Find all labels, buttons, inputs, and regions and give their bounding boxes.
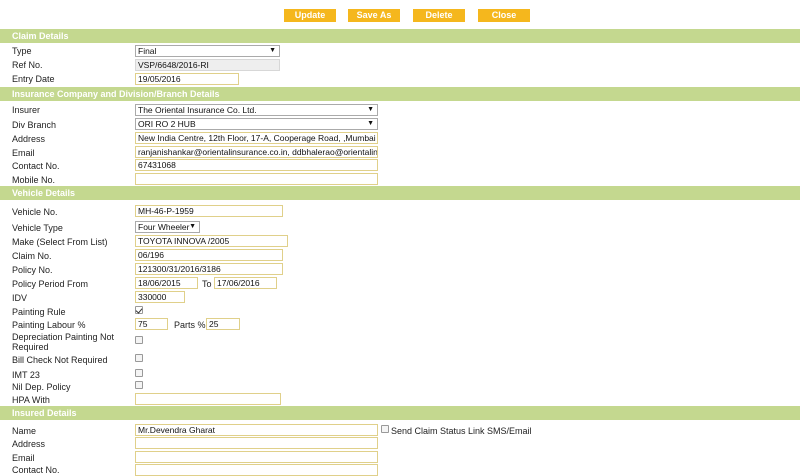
nil-dep-label: Nil Dep. Policy xyxy=(12,382,71,392)
bill-check-label: Bill Check Not Required xyxy=(12,355,108,365)
triangle-down-icon: ▼ xyxy=(367,106,374,113)
triangle-down-icon: ▼ xyxy=(367,120,374,127)
type-select-value: Final xyxy=(138,46,157,56)
section-header-insured: Insured Details xyxy=(0,406,800,420)
policy-no-label: Policy No. xyxy=(12,265,53,275)
insurer-address-label: Address xyxy=(12,134,46,144)
section-title: Insurance Company and Division/Branch De… xyxy=(12,89,220,99)
dep-painting-checkbox[interactable] xyxy=(135,336,143,344)
section-title: Insured Details xyxy=(12,408,77,418)
insured-address-label: Address xyxy=(12,439,46,449)
div-branch-label: Div Branch xyxy=(12,120,57,130)
policy-to-field[interactable]: 17/06/2016 xyxy=(214,277,277,289)
section-title: Vehicle Details xyxy=(12,188,76,198)
vehicle-type-select[interactable]: Four Wheeler ▼ xyxy=(135,221,200,233)
make-field[interactable]: TOYOTA INNOVA /2005 xyxy=(135,235,288,247)
imt23-label: IMT 23 xyxy=(12,370,40,380)
policy-to-label: To xyxy=(202,279,212,289)
insurer-contact-label: Contact No. xyxy=(12,161,60,171)
insured-email-field[interactable] xyxy=(135,451,378,463)
policy-period-from-label: Policy Period From xyxy=(12,279,89,289)
insurer-address-field[interactable]: New India Centre, 12th Floor, 17-A, Coop… xyxy=(135,132,378,144)
section-title: Claim Details xyxy=(12,31,69,41)
send-status-checkbox[interactable] xyxy=(381,425,389,433)
insured-contact-label: Contact No. xyxy=(12,465,60,475)
claim-no-field[interactable]: 06/196 xyxy=(135,249,283,261)
insured-email-label: Email xyxy=(12,453,35,463)
type-label: Type xyxy=(12,46,32,56)
update-button[interactable]: Update xyxy=(284,9,336,22)
vehicle-type-select-value: Four Wheeler xyxy=(138,222,190,232)
painting-labour-field[interactable]: 75 xyxy=(135,318,168,330)
ref-no-field[interactable]: VSP/6648/2016-RI xyxy=(135,59,280,71)
make-label: Make (Select From List) xyxy=(12,237,108,247)
insurer-select-value: The Oriental Insurance Co. Ltd. xyxy=(138,105,257,115)
insurer-mobile-label: Mobile No. xyxy=(12,175,56,185)
insurer-email-label: Email xyxy=(12,148,35,158)
section-header-claim-details: Claim Details xyxy=(0,29,800,43)
nil-dep-checkbox[interactable] xyxy=(135,381,143,389)
policy-from-field[interactable]: 18/06/2015 xyxy=(135,277,198,289)
section-header-vehicle: Vehicle Details xyxy=(0,186,800,200)
delete-button[interactable]: Delete xyxy=(413,9,465,22)
hpa-with-label: HPA With xyxy=(12,395,50,405)
parts-percent-label: Parts % xyxy=(174,320,206,330)
insured-address-field[interactable] xyxy=(135,437,378,449)
save-as-button[interactable]: Save As xyxy=(348,9,400,22)
insurer-mobile-field[interactable] xyxy=(135,173,378,185)
painting-labour-label: Painting Labour % xyxy=(12,320,86,330)
hpa-with-field[interactable] xyxy=(135,393,281,405)
div-branch-select[interactable]: ORI RO 2 HUB ▼ xyxy=(135,118,378,130)
painting-rule-label: Painting Rule xyxy=(12,307,66,317)
insurer-contact-field[interactable]: 67431068 xyxy=(135,159,378,171)
vehicle-type-label: Vehicle Type xyxy=(12,223,63,233)
insurer-label: Insurer xyxy=(12,105,41,115)
policy-no-field[interactable]: 121300/31/2016/3186 xyxy=(135,263,283,275)
imt23-checkbox[interactable] xyxy=(135,369,143,377)
toolbar: Update Save As Delete Close xyxy=(0,9,800,23)
insured-contact-field[interactable] xyxy=(135,464,378,476)
vehicle-no-label: Vehicle No. xyxy=(12,207,58,217)
div-branch-select-value: ORI RO 2 HUB xyxy=(138,119,196,129)
section-header-insurance: Insurance Company and Division/Branch De… xyxy=(0,87,800,101)
triangle-down-icon: ▼ xyxy=(189,223,196,230)
idv-field[interactable]: 330000 xyxy=(135,291,185,303)
triangle-down-icon: ▼ xyxy=(269,47,276,54)
close-button[interactable]: Close xyxy=(478,9,530,22)
dep-painting-label-line2: Required xyxy=(12,342,49,352)
insurer-select[interactable]: The Oriental Insurance Co. Ltd. ▼ xyxy=(135,104,378,116)
insurer-email-field[interactable]: ranjanishankar@orientalinsurance.co.in, … xyxy=(135,146,378,158)
idv-label: IDV xyxy=(12,293,28,303)
vehicle-no-field[interactable]: MH-46-P-1959 xyxy=(135,205,283,217)
parts-percent-field[interactable]: 25 xyxy=(206,318,240,330)
bill-check-checkbox[interactable] xyxy=(135,354,143,362)
send-status-label: Send Claim Status Link SMS/Email xyxy=(391,426,532,436)
ref-no-label: Ref No. xyxy=(12,60,43,70)
dep-painting-label: Depreciation Painting Not xyxy=(12,332,115,342)
entry-date-label: Entry Date xyxy=(12,74,55,84)
claim-no-label: Claim No. xyxy=(12,251,52,261)
insured-name-label: Name xyxy=(12,426,37,436)
entry-date-field[interactable]: 19/05/2016 xyxy=(135,73,239,85)
painting-rule-checkbox[interactable] xyxy=(135,306,143,314)
insured-name-field[interactable]: Mr.Devendra Gharat xyxy=(135,424,378,436)
type-select[interactable]: Final ▼ xyxy=(135,45,280,57)
